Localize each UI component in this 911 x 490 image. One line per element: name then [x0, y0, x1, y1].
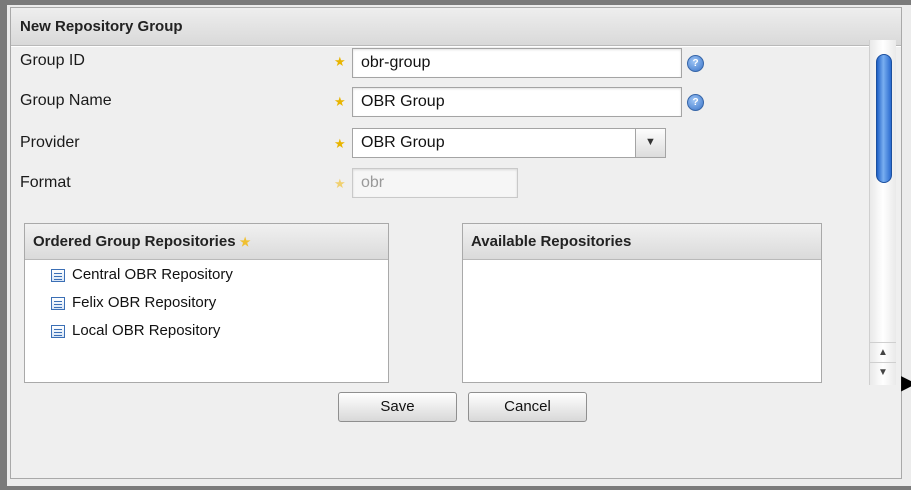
- repo-label: Local OBR Repository: [72, 322, 221, 339]
- mouse-cursor-icon: ▶: [901, 372, 911, 394]
- scrollbar-thumb[interactable]: [876, 54, 892, 183]
- provider-label: Provider: [20, 134, 80, 151]
- repository-icon: [51, 297, 65, 310]
- available-repos-list[interactable]: [463, 260, 821, 380]
- available-repositories-panel: Available Repositories: [462, 223, 822, 383]
- list-item[interactable]: Central OBR Repository: [25, 261, 388, 289]
- provider-select[interactable]: OBR Group ▼: [352, 128, 666, 158]
- scroll-down-arrow-icon[interactable]: ▼: [870, 362, 896, 383]
- vertical-scrollbar[interactable]: ▲ ▼: [869, 40, 896, 385]
- chevron-down-icon[interactable]: ▼: [635, 129, 665, 157]
- provider-selected-value: OBR Group: [361, 134, 445, 151]
- group-name-label: Group Name: [20, 92, 112, 109]
- save-button[interactable]: Save: [338, 392, 457, 422]
- group-id-label: Group ID: [20, 52, 85, 69]
- ordered-repos-header: Ordered Group Repositories ★: [25, 224, 388, 260]
- repo-label: Central OBR Repository: [72, 266, 233, 283]
- list-item[interactable]: Felix OBR Repository: [25, 289, 388, 317]
- required-star-icon: ★: [239, 235, 251, 249]
- help-icon[interactable]: ?: [687, 94, 704, 111]
- form-body: Group ID ★ obr-group ? Group Name ★ OBR …: [11, 40, 901, 478]
- group-id-input[interactable]: obr-group: [352, 48, 682, 78]
- required-star-icon: ★: [334, 136, 346, 151]
- repository-icon: [51, 325, 65, 338]
- help-icon[interactable]: ?: [687, 55, 704, 72]
- available-repos-header: Available Repositories: [463, 224, 821, 260]
- repo-label: Felix OBR Repository: [72, 294, 217, 311]
- group-name-input[interactable]: OBR Group: [352, 87, 682, 117]
- format-input: obr: [352, 168, 518, 198]
- required-star-icon: ★: [334, 54, 346, 69]
- list-item[interactable]: Local OBR Repository: [25, 317, 388, 345]
- panel-title: New Repository Group: [11, 8, 901, 46]
- cancel-button[interactable]: Cancel: [468, 392, 587, 422]
- required-star-icon: ★: [334, 176, 346, 191]
- required-star-icon: ★: [334, 94, 346, 109]
- format-label: Format: [20, 174, 71, 191]
- new-repository-group-panel: New Repository Group Group ID ★ obr-grou…: [10, 7, 902, 479]
- ordered-group-repositories-panel: Ordered Group Repositories ★ Central OBR…: [24, 223, 389, 383]
- repository-icon: [51, 269, 65, 282]
- ordered-repos-title: Ordered Group Repositories: [33, 233, 236, 250]
- scroll-up-arrow-icon[interactable]: ▲: [870, 342, 896, 363]
